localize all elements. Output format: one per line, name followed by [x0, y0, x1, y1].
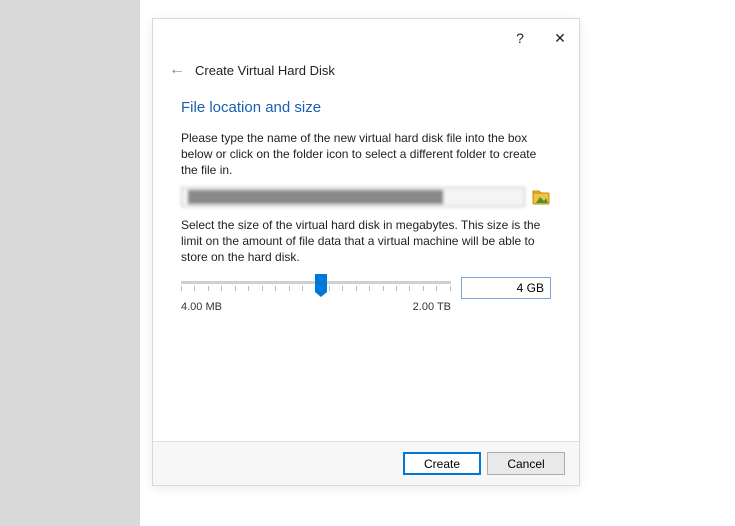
header-row: ← Create Virtual Hard Disk	[153, 57, 579, 89]
help-button[interactable]: ?	[509, 27, 531, 49]
footer: Create Cancel	[153, 441, 579, 485]
path-row	[181, 187, 551, 207]
folder-icon	[531, 187, 551, 207]
size-row	[181, 273, 551, 303]
create-button[interactable]: Create	[403, 452, 481, 475]
size-description: Select the size of the virtual hard disk…	[181, 217, 551, 266]
create-vhd-dialog: ? ✕ ← Create Virtual Hard Disk File loca…	[152, 18, 580, 486]
cancel-button[interactable]: Cancel	[487, 452, 565, 475]
titlebar: ? ✕	[153, 19, 579, 57]
background-strip	[0, 0, 140, 526]
slider-thumb[interactable]	[315, 274, 327, 292]
close-button[interactable]: ✕	[549, 27, 571, 49]
file-path-input[interactable]	[181, 187, 525, 207]
size-slider[interactable]	[181, 273, 451, 303]
content-area: File location and size Please type the n…	[153, 89, 579, 441]
size-input[interactable]	[461, 277, 551, 299]
location-description: Please type the name of the new virtual …	[181, 130, 551, 179]
wizard-title: Create Virtual Hard Disk	[195, 63, 335, 78]
browse-folder-button[interactable]	[531, 187, 551, 207]
section-heading: File location and size	[181, 99, 551, 116]
back-button[interactable]: ←	[169, 61, 185, 79]
